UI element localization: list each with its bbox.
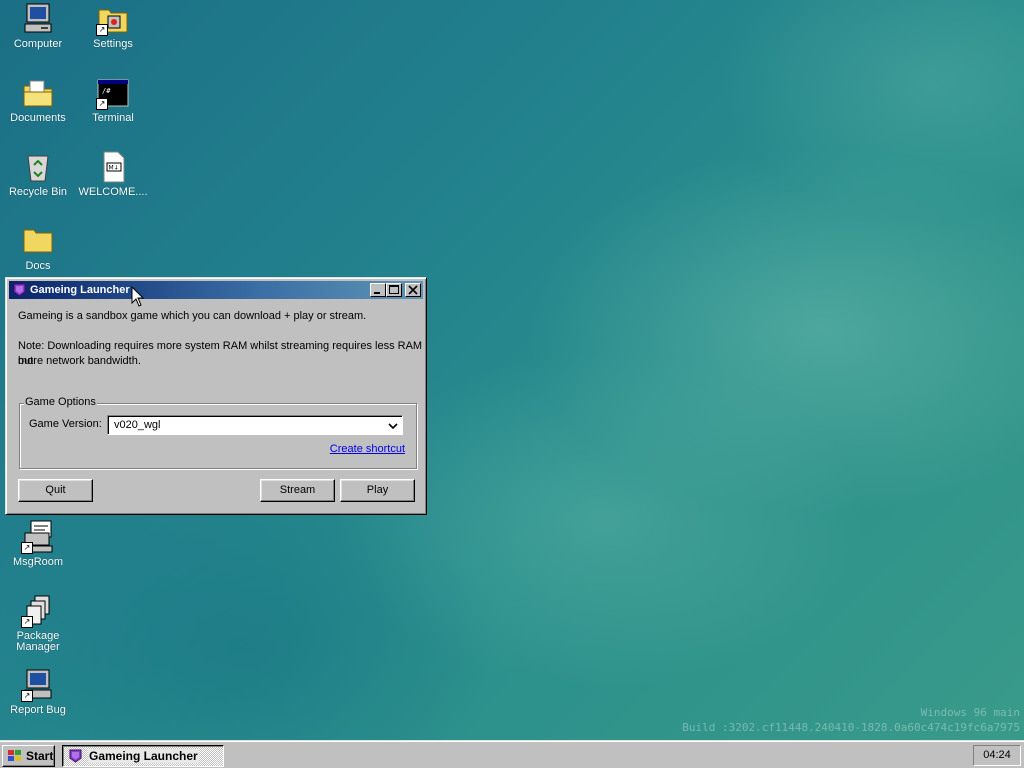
shortcut-arrow-icon: ↗: [96, 24, 108, 36]
start-button[interactable]: Start: [2, 745, 55, 767]
desktop-icon-label: MsgRoom: [12, 556, 64, 568]
start-label: Start: [26, 749, 54, 763]
taskbar: Start Gameing Launcher 04:24: [0, 740, 1024, 768]
desktop-icon-label: Package Manager: [16, 630, 60, 653]
desktop-icon-documents[interactable]: Documents: [2, 76, 74, 124]
gameing-app-icon: [69, 749, 82, 763]
desktop-icon-settings[interactable]: ↗ Settings: [77, 2, 149, 50]
chevron-down-icon: [388, 423, 398, 430]
game-version-label: Game Version:: [29, 418, 102, 430]
create-shortcut-link[interactable]: Create shortcut: [330, 443, 405, 455]
taskbar-item-gameing-launcher[interactable]: Gameing Launcher: [62, 745, 224, 767]
gameing-app-icon: [12, 282, 27, 297]
desktop-icon-computer[interactable]: Computer: [2, 2, 74, 50]
settings-icon: ↗: [96, 2, 130, 36]
maximize-icon: [389, 285, 399, 294]
desktop-icon-msgroom[interactable]: ↗ MsgRoom: [2, 520, 74, 568]
recycle-bin-icon: [21, 150, 55, 184]
terminal-icon: /# ↗: [96, 76, 130, 110]
note-line-2: more network bandwidth.: [18, 355, 141, 367]
msgroom-icon: ↗: [21, 520, 55, 554]
taskbar-clock[interactable]: 04:24: [973, 745, 1021, 766]
gameing-launcher-window[interactable]: Gameing Launcher Gameing is a sandbox ga…: [5, 277, 427, 515]
taskbar-item-label: Gameing Launcher: [88, 749, 199, 763]
maximize-button[interactable]: [386, 283, 402, 297]
game-options-group: Game Options Game Version: v020_wgl Crea…: [19, 396, 417, 469]
desktop-icon-package-manager[interactable]: ↗ Package Manager: [2, 594, 74, 653]
build-watermark-line2: Build :3202.cf11448.240410-1828.0a60c474…: [682, 721, 1020, 734]
game-version-value: v020_wgl: [114, 419, 161, 431]
minimize-button[interactable]: [370, 283, 386, 297]
start-logo-icon: [8, 750, 21, 761]
game-version-select[interactable]: v020_wgl: [107, 415, 403, 435]
desktop-icon-docs[interactable]: Docs: [2, 224, 74, 272]
desktop-icon-label: Docs: [25, 260, 51, 272]
game-description: Gameing is a sandbox game which you can …: [18, 310, 367, 322]
desktop-icon-welcome-file[interactable]: M↓ WELCOME....: [77, 150, 149, 198]
desktop-icon-label: Settings: [93, 38, 133, 50]
play-button[interactable]: Play: [340, 479, 415, 502]
markdown-file-icon: M↓: [96, 150, 130, 184]
mouse-cursor-icon: [131, 286, 145, 307]
quit-button[interactable]: Quit: [18, 479, 93, 502]
shortcut-arrow-icon: ↗: [21, 542, 33, 554]
build-watermark-line1: Windows 96 main: [920, 706, 1020, 719]
svg-text:M↓: M↓: [109, 165, 119, 172]
stream-button[interactable]: Stream: [260, 479, 335, 502]
desktop-icon-recycle-bin[interactable]: Recycle Bin: [2, 150, 74, 198]
package-manager-icon: ↗: [21, 594, 55, 628]
desktop-icon-terminal[interactable]: /# ↗ Terminal: [77, 76, 149, 124]
desktop-icon-label: Terminal: [92, 112, 134, 124]
report-bug-icon: ↗: [21, 668, 55, 702]
close-icon: [408, 285, 418, 295]
minimize-icon: [374, 292, 380, 294]
desktop-icon-label: WELCOME....: [78, 186, 148, 198]
shortcut-arrow-icon: ↗: [96, 98, 108, 110]
desktop-icon-label: Computer: [13, 38, 63, 50]
documents-folder-icon: [21, 76, 55, 110]
close-button[interactable]: [405, 283, 421, 297]
shortcut-arrow-icon: ↗: [21, 690, 33, 702]
computer-icon: [21, 2, 55, 36]
desktop-icon-label: Documents: [10, 112, 66, 124]
window-title: Gameing Launcher: [30, 284, 130, 296]
game-options-legend: Game Options: [24, 396, 97, 408]
window-titlebar[interactable]: Gameing Launcher: [9, 281, 423, 299]
desktop-icon-label: Recycle Bin: [8, 186, 68, 198]
shortcut-arrow-icon: ↗: [21, 616, 33, 628]
desktop-icon-report-bug[interactable]: ↗ Report Bug: [2, 668, 74, 716]
folder-icon: [21, 224, 55, 258]
desktop-icon-label: Report Bug: [10, 704, 66, 716]
svg-text:/#: /#: [102, 87, 111, 95]
